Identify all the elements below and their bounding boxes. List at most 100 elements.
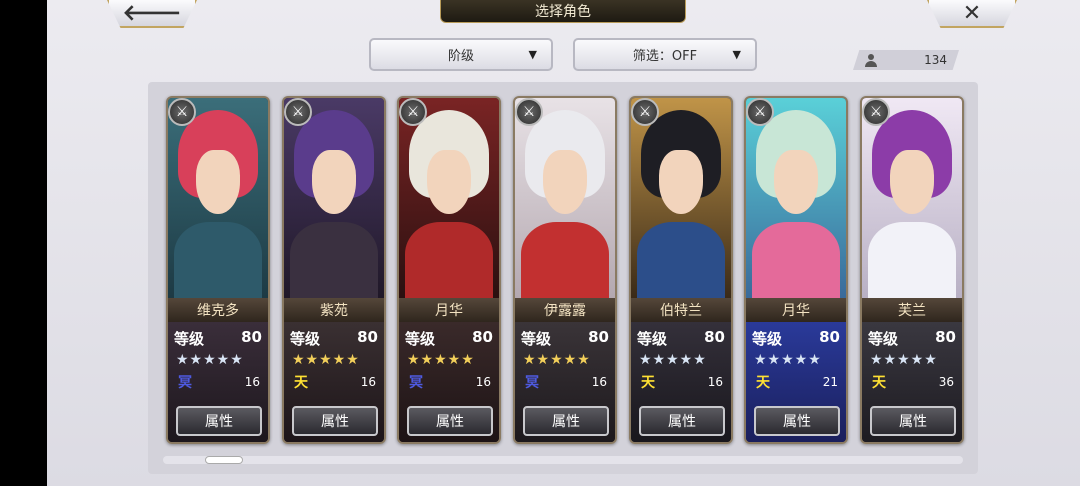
scrollbar-track[interactable] bbox=[163, 456, 963, 464]
star-rating: ★★★★★ bbox=[639, 352, 707, 368]
rank-count: 36 bbox=[938, 375, 954, 389]
character-name: 月华 bbox=[746, 298, 846, 322]
level-row: 等级 80 bbox=[405, 328, 493, 349]
character-name: 维克多 bbox=[168, 298, 268, 322]
level-value: 80 bbox=[704, 328, 725, 346]
level-label: 等级 bbox=[752, 330, 783, 348]
star-rating: ★★★★★ bbox=[523, 352, 591, 368]
attribute-button[interactable]: 属性 bbox=[407, 406, 493, 436]
character-info: 等级 80 ★★★★★ 天 21 属性 bbox=[746, 322, 846, 442]
page-title: 选择角色 bbox=[440, 0, 686, 23]
character-card[interactable]: ⚔ 月华 等级 80 ★★★★★ 天 21 属性 bbox=[744, 96, 848, 444]
rank-row: 冥 16 bbox=[407, 372, 491, 392]
rank-row: 冥 16 bbox=[176, 372, 260, 392]
portrait-body bbox=[405, 222, 493, 302]
character-card[interactable]: ⚔ 维克多 等级 80 ★★★★★ 冥 16 属性 bbox=[166, 96, 270, 444]
level-value: 80 bbox=[357, 328, 378, 346]
star-rating: ★★★★★ bbox=[407, 352, 475, 368]
level-value: 80 bbox=[935, 328, 956, 346]
rank-row: 天 36 bbox=[870, 372, 954, 392]
attribute-button[interactable]: 属性 bbox=[754, 406, 840, 436]
character-name: 伊露露 bbox=[515, 298, 615, 322]
character-card[interactable]: ⚔ 芙兰 等级 80 ★★★★★ 天 36 属性 bbox=[860, 96, 964, 444]
chevron-down-icon: ▼ bbox=[732, 48, 741, 61]
portrait-face bbox=[427, 150, 471, 214]
bow-class-icon: ⚔ bbox=[746, 98, 774, 126]
portrait-face bbox=[312, 150, 356, 214]
portrait-body bbox=[290, 222, 378, 302]
level-value: 80 bbox=[819, 328, 840, 346]
character-name: 伯特兰 bbox=[631, 298, 731, 322]
star-rating: ★★★★★ bbox=[176, 352, 244, 368]
character-portrait bbox=[284, 98, 384, 302]
filter-dropdown-label: 筛选：OFF bbox=[632, 49, 698, 64]
portrait-body bbox=[174, 222, 262, 302]
portrait-face bbox=[196, 150, 240, 214]
rank-badge-icon: 天 bbox=[756, 375, 770, 391]
filter-dropdown[interactable]: 筛选：OFF ▼ bbox=[573, 38, 757, 71]
portrait-body bbox=[637, 222, 725, 302]
character-info: 等级 80 ★★★★★ 天 16 属性 bbox=[284, 322, 384, 442]
character-info: 等级 80 ★★★★★ 冥 16 属性 bbox=[168, 322, 268, 442]
portrait-body bbox=[521, 222, 609, 302]
rank-badge-icon: 冥 bbox=[525, 375, 539, 391]
character-info: 等级 80 ★★★★★ 天 16 属性 bbox=[631, 322, 731, 442]
character-info: 等级 80 ★★★★★ 天 36 属性 bbox=[862, 322, 962, 442]
star-rating: ★★★★★ bbox=[754, 352, 822, 368]
rank-count: 16 bbox=[475, 375, 491, 389]
attribute-button[interactable]: 属性 bbox=[292, 406, 378, 436]
character-name: 芙兰 bbox=[862, 298, 962, 322]
back-button[interactable]: 🡐 bbox=[107, 0, 197, 28]
level-label: 等级 bbox=[290, 330, 321, 348]
attribute-button[interactable]: 属性 bbox=[639, 406, 725, 436]
scrollbar-thumb[interactable] bbox=[205, 456, 243, 464]
rank-row: 天 16 bbox=[292, 372, 376, 392]
level-row: 等级 80 bbox=[174, 328, 262, 349]
rank-count: 16 bbox=[707, 375, 723, 389]
axe-class-icon: ⚔ bbox=[515, 98, 543, 126]
sort-dropdown[interactable]: 阶级 ▼ bbox=[369, 38, 553, 71]
character-card[interactable]: ⚔ 紫苑 等级 80 ★★★★★ 天 16 属性 bbox=[282, 96, 386, 444]
level-label: 等级 bbox=[405, 330, 436, 348]
level-label: 等级 bbox=[637, 330, 668, 348]
roster-count: 134 bbox=[924, 53, 947, 67]
rank-badge-icon: 冥 bbox=[409, 375, 423, 391]
close-icon: ✕ bbox=[962, 0, 982, 26]
character-info: 等级 80 ★★★★★ 冥 16 属性 bbox=[399, 322, 499, 442]
attribute-button[interactable]: 属性 bbox=[176, 406, 262, 436]
level-label: 等级 bbox=[174, 330, 205, 348]
character-name: 月华 bbox=[399, 298, 499, 322]
star-rating: ★★★★★ bbox=[292, 352, 360, 368]
sword-class-icon: ⚔ bbox=[168, 98, 196, 126]
rank-count: 21 bbox=[822, 375, 838, 389]
level-row: 等级 80 bbox=[521, 328, 609, 349]
character-card[interactable]: ⚔ 月华 等级 80 ★★★★★ 冥 16 属性 bbox=[397, 96, 501, 444]
arrow-left-icon: 🡐 bbox=[122, 1, 182, 26]
character-portrait bbox=[631, 98, 731, 302]
close-button[interactable]: ✕ bbox=[927, 0, 1017, 28]
character-card[interactable]: ⚔ 伊露露 等级 80 ★★★★★ 冥 16 属性 bbox=[513, 96, 617, 444]
rank-badge-icon: 天 bbox=[872, 375, 886, 391]
rank-count: 16 bbox=[360, 375, 376, 389]
portrait-body bbox=[868, 222, 956, 302]
sword-class-icon: ⚔ bbox=[284, 98, 312, 126]
bow-class-icon: ⚔ bbox=[399, 98, 427, 126]
rank-row: 冥 16 bbox=[523, 372, 607, 392]
character-card[interactable]: ⚔ 伯特兰 等级 80 ★★★★★ 天 16 属性 bbox=[629, 96, 733, 444]
character-select-screen: 🡐 选择角色 ✕ 阶级 ▼ 筛选：OFF ▼ 134 ⚔ 维克多 等级 80 ★… bbox=[47, 0, 1080, 486]
character-portrait bbox=[515, 98, 615, 302]
rank-badge-icon: 冥 bbox=[178, 375, 192, 391]
portrait-face bbox=[543, 150, 587, 214]
level-value: 80 bbox=[472, 328, 493, 346]
rank-count: 16 bbox=[244, 375, 260, 389]
level-row: 等级 80 bbox=[752, 328, 840, 349]
sort-dropdown-label: 阶级 bbox=[447, 49, 474, 64]
attribute-button[interactable]: 属性 bbox=[523, 406, 609, 436]
character-name: 紫苑 bbox=[284, 298, 384, 322]
portrait-face bbox=[659, 150, 703, 214]
rank-badge-icon: 天 bbox=[641, 375, 655, 391]
character-portrait bbox=[746, 98, 846, 302]
attribute-button[interactable]: 属性 bbox=[870, 406, 956, 436]
portrait-body bbox=[752, 222, 840, 302]
level-row: 等级 80 bbox=[290, 328, 378, 349]
